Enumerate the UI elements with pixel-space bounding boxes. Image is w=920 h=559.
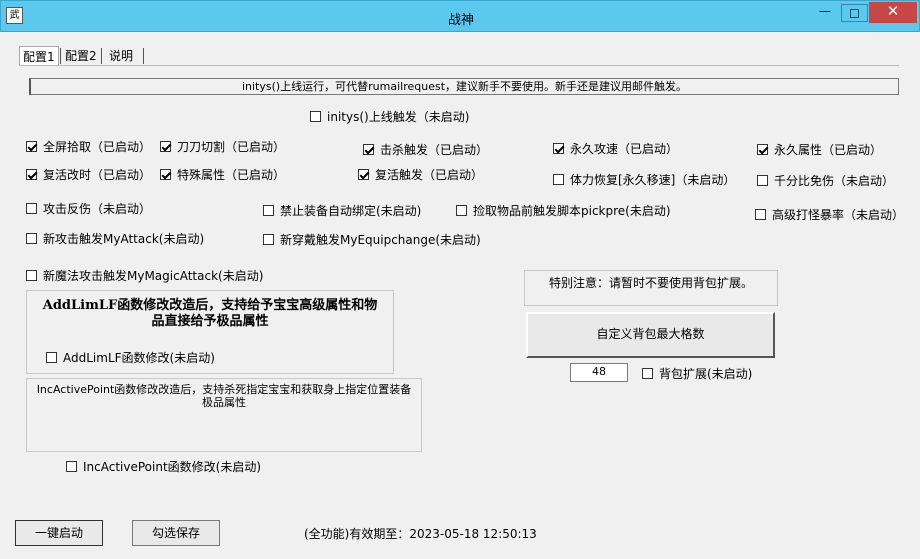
checkbox-label: 全屏拾取（已启动）	[43, 140, 152, 154]
tab-config2[interactable]: 配置2	[62, 46, 100, 66]
checkbox-box[interactable]	[26, 270, 37, 281]
checkbox-drop-rate[interactable]: 高级打怪暴率（未启动）	[755, 206, 904, 223]
initys-notice: initys()上线运行，可代替rumailrequest，建议新手不要使用。新…	[29, 78, 899, 95]
checkbox-my-equipchange[interactable]: 新穿戴触发MyEquipchange(未启动)	[263, 231, 481, 248]
checkbox-box[interactable]	[755, 209, 766, 220]
special-note-text: 特别注意：请暂时不要使用背包扩展。	[548, 276, 753, 290]
incactivepoint-text-line2: 极品属性	[202, 396, 246, 409]
checkbox-box[interactable]	[310, 111, 321, 122]
checkbox-box[interactable]	[263, 234, 274, 245]
checkbox-label: 复活触发（已启动）	[375, 168, 484, 182]
checkbox-label: initys()上线触发（未启动)	[327, 110, 470, 124]
checkbox-label: 捡取物品前触发脚本pickpre(未启动)	[473, 204, 671, 218]
checkbox-label: 禁止装备自动绑定(未启动)	[280, 204, 422, 218]
checkbox-box[interactable]	[358, 169, 369, 180]
checkbox-box[interactable]	[553, 174, 564, 185]
checkbox-bag-expansion[interactable]: 背包扩展(未启动)	[642, 365, 752, 382]
checkbox-box[interactable]	[66, 461, 77, 472]
checkbox-label: 永久攻速（已启动）	[570, 142, 679, 156]
checkbox-label: 千分比免伤（未启动）	[774, 174, 895, 188]
special-note-panel: 特别注意：请暂时不要使用背包扩展。	[524, 270, 778, 306]
tab-divider	[19, 65, 899, 66]
checkbox-box[interactable]	[26, 141, 37, 152]
checkbox-initys[interactable]: initys()上线触发（未启动)	[310, 108, 469, 125]
checkbox-revive-trigger[interactable]: 复活触发（已启动）	[358, 166, 483, 183]
tab-help[interactable]: 说明	[106, 46, 136, 66]
checkbox-label: 击杀触发（已启动）	[380, 143, 489, 157]
checkbox-box[interactable]	[456, 205, 467, 216]
checkbox-box[interactable]	[263, 205, 274, 216]
checkbox-my-magic-attack[interactable]: 新魔法攻击触发MyMagicAttack(未启动)	[26, 267, 263, 284]
title-bar: 武 战神 — ☐ ✕	[0, 0, 920, 32]
maximize-button[interactable]: ☐	[841, 4, 868, 22]
checkbox-no-auto-bind[interactable]: 禁止装备自动绑定(未启动)	[263, 202, 421, 219]
checkbox-box[interactable]	[553, 143, 564, 154]
checkbox-label: IncActivePoint函数修改(未启动)	[83, 460, 262, 474]
checkbox-label: 永久属性（已启动）	[774, 143, 883, 157]
save-selection-button[interactable]: 勾选保存	[132, 520, 220, 546]
checkbox-kill-trigger[interactable]: 击杀触发（已启动）	[363, 141, 488, 158]
addlimlf-title-line2: 品直接给予极品属性	[151, 314, 269, 329]
checkbox-label: 刀刀切割（已启动）	[177, 140, 286, 154]
bag-size-input[interactable]: 48	[570, 363, 628, 382]
checkbox-box[interactable]	[46, 352, 57, 363]
main-panel: 配置1 配置2 说明 initys()上线运行，可代替rumailrequest…	[2, 32, 916, 557]
checkbox-revive-time[interactable]: 复活改时（已启动）	[26, 166, 151, 183]
checkbox-box[interactable]	[642, 368, 653, 379]
incactivepoint-panel: IncActivePoint函数修改改造后，支持杀死指定宝宝和获取身上指定位置装…	[26, 378, 422, 452]
checkbox-box[interactable]	[26, 169, 37, 180]
checkbox-blade-cut[interactable]: 刀刀切割（已启动）	[160, 138, 285, 155]
checkbox-box[interactable]	[160, 169, 171, 180]
checkbox-my-attack[interactable]: 新攻击触发MyAttack(未启动)	[26, 230, 204, 247]
checkbox-label: 新穿戴触发MyEquipchange(未启动)	[280, 233, 481, 247]
license-expiry-status: (全功能)有效期至：2023-05-18 12:50:13	[304, 527, 537, 541]
checkbox-fullscreen-pickup[interactable]: 全屏拾取（已启动）	[26, 138, 151, 155]
one-click-start-button[interactable]: 一键启动	[15, 520, 103, 546]
checkbox-box[interactable]	[757, 175, 768, 186]
checkbox-box[interactable]	[26, 233, 37, 244]
addlimlf-title-line1: AddLimLF函数修改改造后，支持给予宝宝高级属性和物	[42, 298, 378, 313]
checkbox-pickpre[interactable]: 捡取物品前触发脚本pickpre(未启动)	[456, 202, 671, 219]
checkbox-label: 新攻击触发MyAttack(未启动)	[43, 232, 205, 246]
minimize-button[interactable]: —	[811, 2, 839, 23]
tab-separator	[101, 48, 102, 64]
checkbox-label: 攻击反伤（未启动）	[43, 202, 152, 216]
checkbox-incactivepoint[interactable]: IncActivePoint函数修改(未启动)	[66, 458, 261, 475]
checkbox-box[interactable]	[160, 141, 171, 152]
checkbox-box[interactable]	[363, 144, 374, 155]
custom-bag-size-button[interactable]: 自定义背包最大格数	[526, 312, 775, 358]
checkbox-label: 高级打怪暴率（未启动）	[772, 208, 905, 222]
close-button[interactable]: ✕	[869, 2, 917, 23]
tab-config1[interactable]: 配置1	[19, 46, 59, 66]
checkbox-label: 背包扩展(未启动)	[659, 367, 753, 381]
checkbox-box[interactable]	[26, 203, 37, 214]
checkbox-box[interactable]	[757, 144, 768, 155]
checkbox-label: AddLimLF函数修改(未启动)	[63, 351, 215, 365]
checkbox-label: 特殊属性（已启动）	[177, 168, 286, 182]
checkbox-damage-reflect[interactable]: 攻击反伤（未启动）	[26, 200, 151, 217]
checkbox-label: 体力恢复[永久移速]（未启动）	[570, 173, 736, 187]
checkbox-addlimlf[interactable]: AddLimLF函数修改(未启动)	[46, 349, 215, 366]
checkbox-stamina-recovery[interactable]: 体力恢复[永久移速]（未启动）	[553, 171, 735, 188]
checkbox-special-attributes[interactable]: 特殊属性（已启动）	[160, 166, 285, 183]
window-title: 战神	[447, 13, 474, 28]
incactivepoint-text-line1: IncActivePoint函数修改改造后，支持杀死指定宝宝和获取身上指定位置装…	[36, 383, 412, 396]
checkbox-permanent-attack-speed[interactable]: 永久攻速（已启动）	[553, 140, 678, 157]
checkbox-label: 新魔法攻击触发MyMagicAttack(未启动)	[43, 269, 264, 283]
checkbox-permanent-attributes[interactable]: 永久属性（已启动）	[757, 141, 882, 158]
checkbox-label: 复活改时（已启动）	[43, 168, 152, 182]
tab-separator	[60, 48, 61, 64]
addlimlf-panel: AddLimLF函数修改改造后，支持给予宝宝高级属性和物 品直接给予极品属性 A…	[26, 290, 394, 374]
tab-separator	[143, 48, 144, 64]
checkbox-permille-damage-reduction[interactable]: 千分比免伤（未启动）	[757, 172, 894, 189]
